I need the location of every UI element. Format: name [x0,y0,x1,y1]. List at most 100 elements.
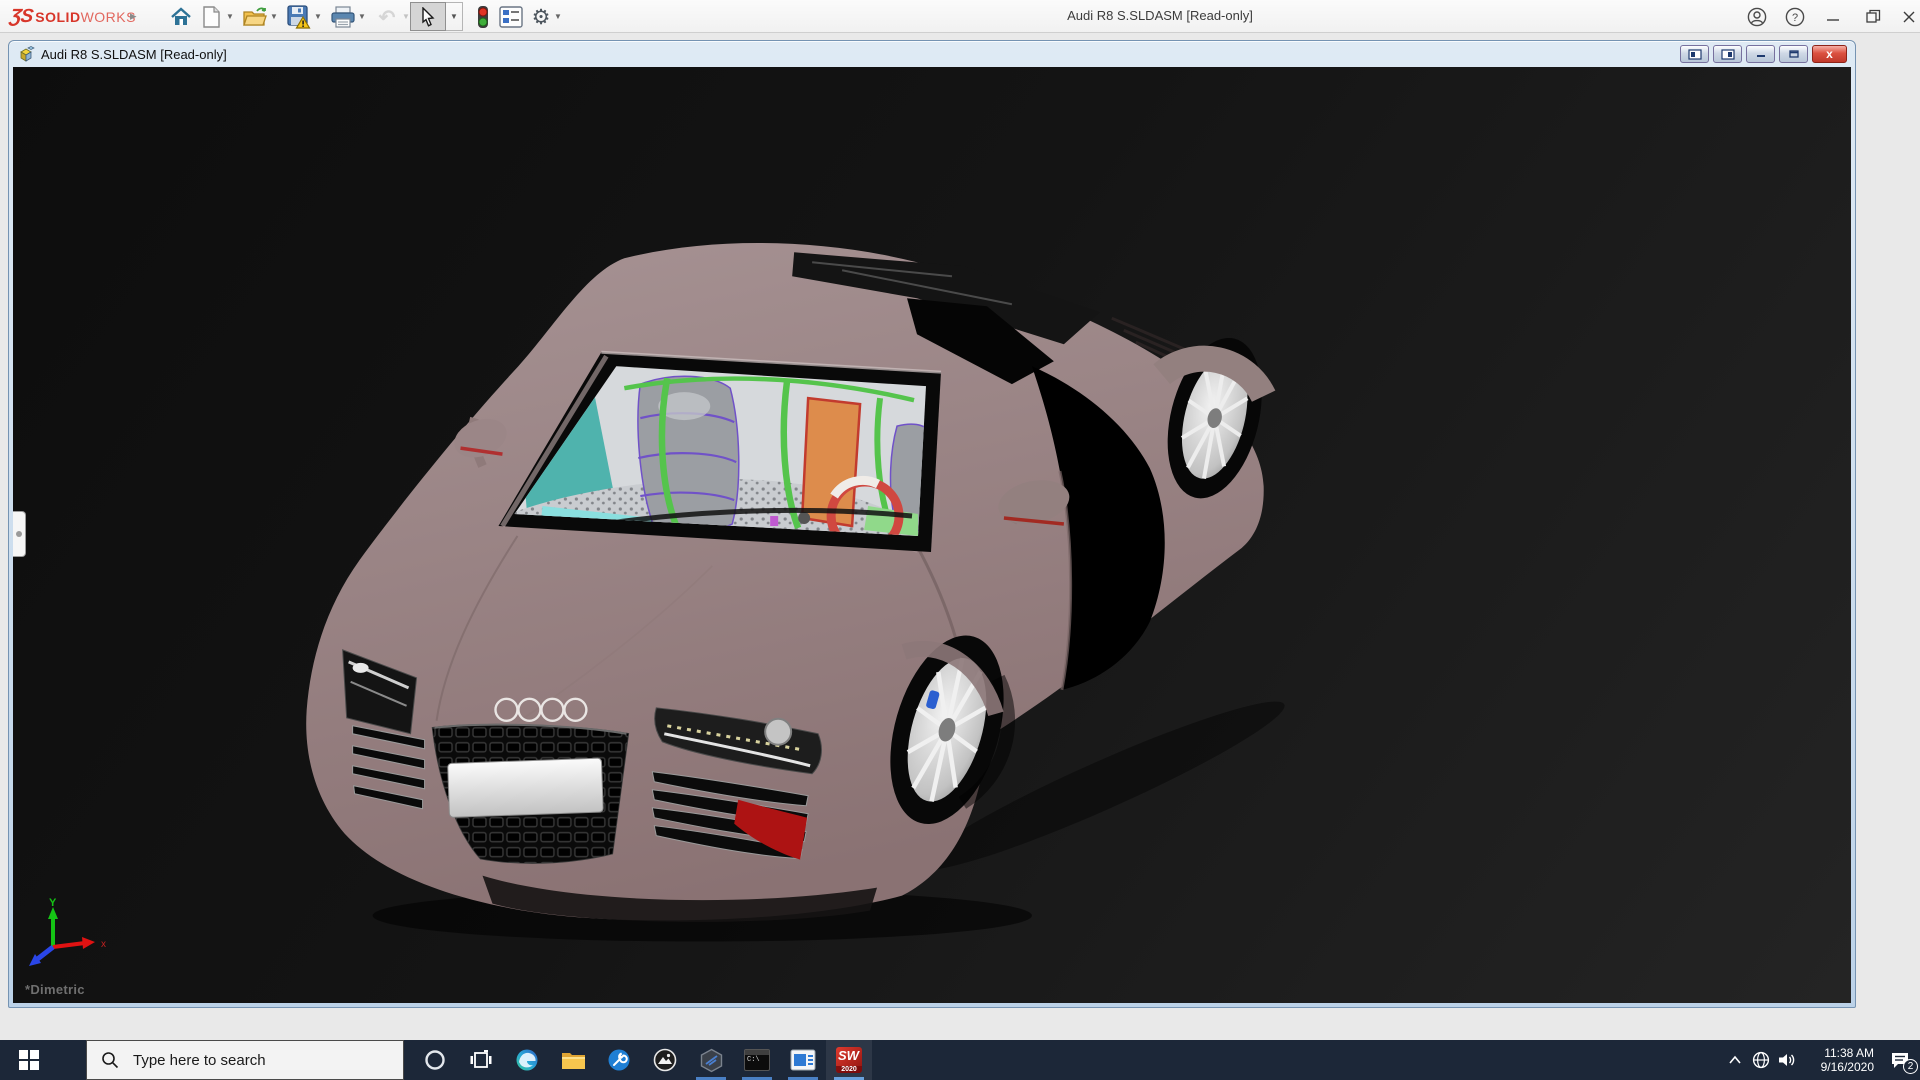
pane-left-button[interactable] [1680,45,1709,63]
svg-text:?: ? [1792,12,1798,24]
select-arrow-icon [419,7,437,27]
taskbar-cmd-button[interactable]: C:\ [734,1040,780,1080]
print-button[interactable] [330,4,356,30]
pane-left-icon [1688,49,1702,60]
taskbar-file-explorer-button[interactable] [550,1040,596,1080]
open-dropdown[interactable]: ▼ [268,12,280,24]
help-button[interactable]: ? [1780,3,1810,30]
chevron-up-icon [1728,1055,1742,1065]
command-prompt-icon: C:\ [744,1049,770,1071]
graphics-viewport[interactable]: Y x *Dimetric [13,67,1851,1003]
account-button[interactable] [1742,3,1772,30]
action-center-button[interactable]: 2 [1880,1040,1920,1080]
search-icon [101,1051,119,1069]
taskbar-cortana-button[interactable] [412,1040,458,1080]
taskbar-search-input[interactable]: Type here to search [86,1040,404,1080]
home-icon [170,6,192,28]
app-title: Audi R8 S.SLDASM [Read-only] [990,8,1330,23]
taskbar-clock[interactable]: 11:38 AM 9/16/2020 [1804,1046,1874,1074]
system-tray: 11:38 AM 9/16/2020 2 [1722,1040,1920,1080]
rebuild-button[interactable] [470,4,496,30]
restore-icon [1788,49,1800,59]
hidden-icons-button[interactable] [1722,1040,1748,1080]
taskbar-support-tool-button[interactable] [596,1040,642,1080]
taskbar: Type here to search C:\ SW 202 [0,1040,1920,1080]
save-dropdown[interactable]: ▼ [312,12,324,24]
taskbar-app-window-button[interactable] [780,1040,826,1080]
solidworks-logo-icon: ƷS [8,6,33,28]
select-tool-dropdown[interactable]: ▼ [446,2,463,31]
close-icon [1902,10,1916,24]
taskbar-edge-button[interactable] [504,1040,550,1080]
new-document-button[interactable] [198,4,224,30]
file-properties-button[interactable] [498,4,524,30]
network-button[interactable] [1748,1040,1774,1080]
triad-x-label: x [101,939,106,950]
restore-icon [1866,9,1881,24]
solidworks-logo[interactable]: ƷS SOLIDWORKS [10,6,136,28]
cortana-icon [424,1049,446,1071]
taskbar-visualize-button[interactable] [688,1040,734,1080]
app-window-icon [790,1049,816,1071]
search-placeholder: Type here to search [133,1052,266,1069]
open-button[interactable] [242,4,268,30]
undo-icon: ↶ [379,5,396,30]
user-account-icon [1747,7,1767,27]
home-button[interactable] [168,4,194,30]
print-icon [331,6,355,28]
doc-restore-button[interactable] [1779,45,1808,63]
pane-right-button[interactable] [1713,45,1742,63]
help-icon: ? [1785,7,1805,27]
close-button[interactable] [1894,3,1920,30]
taskbar-photos-button[interactable] [642,1040,688,1080]
notification-badge: 2 [1903,1059,1918,1074]
restore-button[interactable] [1858,3,1888,30]
open-folder-icon [243,6,267,28]
file-properties-icon [499,6,523,28]
document-title: Audi R8 S.SLDASM [Read-only] [41,47,227,62]
new-document-dropdown[interactable]: ▼ [224,12,236,24]
windows-start-icon [19,1050,39,1070]
view-orientation-label: *Dimetric [25,982,85,997]
options-gear-icon: ⚙ [532,5,551,30]
doc-close-button[interactable]: x [1812,45,1847,63]
solidworks-2020-icon: SW 2020 [836,1047,862,1073]
license-plate [448,758,604,817]
volume-icon [1778,1051,1797,1069]
taskbar-task-view-button[interactable] [458,1040,504,1080]
document-titlebar[interactable]: Audi R8 S.SLDASM [Read-only] x [11,43,1853,66]
pane-right-icon [1721,49,1735,60]
rebuild-traffic-light-icon [476,5,490,29]
document-window: Audi R8 S.SLDASM [Read-only] x [8,40,1856,1008]
print-dropdown[interactable]: ▼ [356,12,368,24]
network-globe-icon [1752,1051,1770,1069]
assembly-document-icon [17,46,35,63]
visualize-hexagon-icon [699,1048,724,1073]
close-icon: x [1826,47,1833,61]
options-dropdown[interactable]: ▼ [552,12,564,24]
brand-word-solid: SOLID [35,9,80,25]
taskbar-solidworks-button[interactable]: SW 2020 [826,1040,872,1080]
file-explorer-icon [561,1050,586,1071]
undo-button: ↶ [374,4,400,30]
minimize-button[interactable] [1818,3,1848,30]
options-button[interactable]: ⚙ [528,4,554,30]
clock-date: 9/16/2020 [1804,1060,1874,1074]
app-titlebar: ƷS SOLIDWORKS ▸ ▼ ▼ ▼ ▼ ↶ ▼ ▼ ⚙ ▼ Audi R… [0,0,1920,33]
doc-minimize-button[interactable] [1746,45,1775,63]
menu-flyout-arrow-icon[interactable]: ▸ [130,8,137,24]
save-button[interactable] [286,4,312,30]
clock-time: 11:38 AM [1804,1046,1874,1060]
save-icon [287,5,311,29]
minimize-icon [1755,49,1767,59]
orientation-triad: Y x [27,895,119,973]
car-model-audi-r8[interactable] [13,67,1851,1003]
drag-handle-icon [16,531,22,537]
edge-icon [515,1048,539,1072]
start-button[interactable] [0,1040,58,1080]
volume-button[interactable] [1774,1040,1800,1080]
minimize-icon [1826,10,1840,24]
feature-manager-collapsed-tab[interactable] [13,511,26,557]
select-tool-button[interactable] [410,2,446,31]
photos-icon [653,1048,677,1072]
